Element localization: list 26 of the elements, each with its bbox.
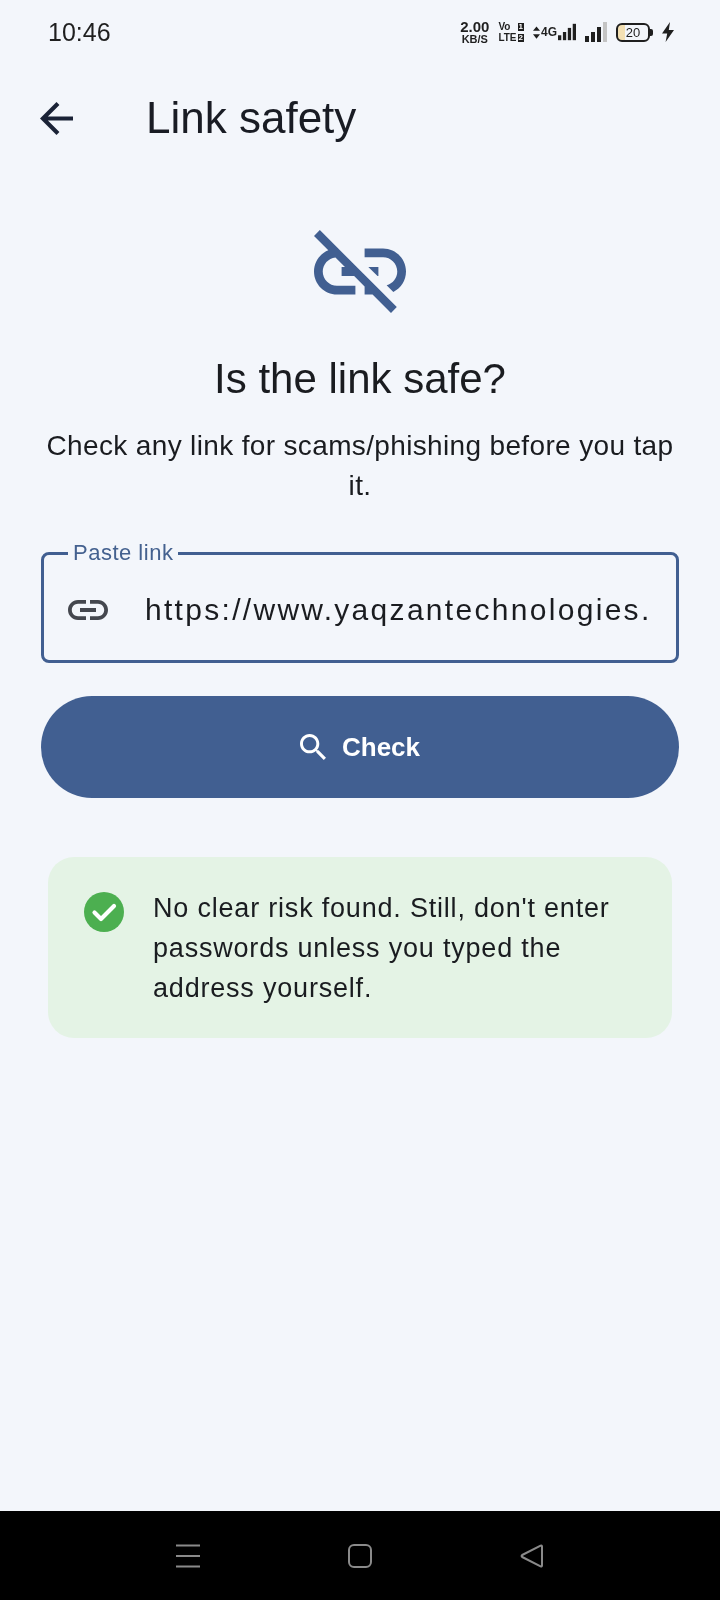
menu-icon[interactable]	[176, 1543, 200, 1568]
page-heading: Is the link safe?	[213, 355, 507, 403]
volte-label: LTE	[498, 32, 517, 43]
check-circle-icon	[84, 892, 124, 932]
signal-icon	[558, 23, 576, 41]
check-button[interactable]: Check	[41, 696, 679, 798]
sim-badge: 2	[517, 33, 524, 42]
back-arrow-icon[interactable]	[40, 101, 73, 135]
signal-icon	[585, 22, 607, 42]
back-triangle-icon[interactable]	[520, 1543, 544, 1568]
app-bar-title: Link safety	[146, 93, 357, 143]
page-description: Check any link for scams/phishing before you tap it.	[45, 429, 675, 503]
sim-badge: 1	[517, 22, 524, 31]
status-time: 10:46	[48, 17, 111, 47]
square-icon[interactable]	[348, 1543, 372, 1568]
link-input-field[interactable]: Paste link https://www.yaqzantechnologies.	[41, 541, 679, 663]
network-speed-unit: KB/S	[461, 34, 488, 45]
network-speed: 2.00	[460, 19, 490, 34]
data-arrows-icon	[533, 25, 540, 39]
network-type: 4G	[541, 25, 557, 38]
link-icon	[68, 599, 108, 620]
result-message: No clear risk found. Still, don't enter passwords unless you typed the address yourself.	[153, 892, 611, 1005]
volte-label: Vo	[498, 21, 512, 32]
search-icon	[299, 734, 326, 760]
battery-indicator: 20	[616, 22, 653, 42]
broken-link-icon	[314, 230, 406, 313]
